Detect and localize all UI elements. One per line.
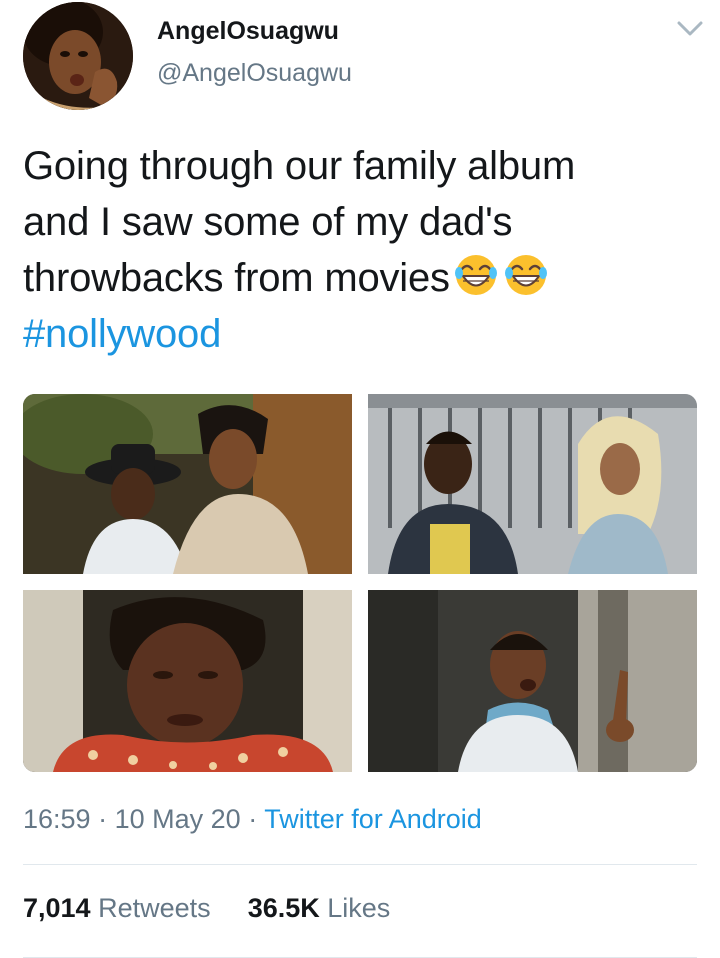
tweet-line-2: and I saw some of my dad's (23, 200, 513, 244)
tears-of-joy-emoji-icon (452, 251, 500, 299)
photo-4[interactable] (368, 590, 697, 772)
tweet-source-link[interactable]: Twitter for Android (264, 804, 482, 834)
handle[interactable]: @AngelOsuagwu (157, 58, 352, 88)
meta-separator: · (248, 804, 258, 834)
divider (23, 864, 697, 865)
author-names: AngelOsuagwu @AngelOsuagwu (157, 16, 352, 88)
chevron-down-icon[interactable] (677, 20, 703, 38)
hashtag-link[interactable]: #nollywood (23, 306, 683, 362)
display-name[interactable]: AngelOsuagwu (157, 16, 352, 46)
media-grid (23, 394, 697, 772)
tweet-date[interactable]: 10 May 20 (115, 804, 241, 834)
tears-of-joy-emoji-icon (502, 251, 550, 299)
tweet-line-1: Going through our family album (23, 144, 576, 188)
photo-3[interactable] (23, 590, 352, 772)
photo-1[interactable] (23, 394, 352, 574)
tweet-time[interactable]: 16:59 (23, 804, 91, 834)
retweets-label: Retweets (98, 893, 211, 923)
tweet-stats: 7,014 Retweets 36.5K Likes (23, 893, 390, 924)
avatar[interactable] (23, 2, 133, 110)
tweet-line-3-text: throwbacks from movies (23, 256, 450, 300)
meta-separator: · (98, 804, 108, 834)
tweet: AngelOsuagwu @AngelOsuagwu Going through… (0, 0, 720, 958)
retweets-stat[interactable]: 7,014 Retweets (23, 893, 218, 923)
tweet-meta: 16:59 · 10 May 20 · Twitter for Android (23, 804, 482, 835)
photo-2[interactable] (368, 394, 697, 574)
retweets-count: 7,014 (23, 893, 91, 923)
tweet-line-3: throwbacks from movies (23, 250, 683, 306)
likes-count: 36.5K (247, 893, 320, 923)
likes-stat[interactable]: 36.5K Likes (248, 893, 391, 923)
tweet-header: AngelOsuagwu @AngelOsuagwu (23, 2, 703, 112)
likes-label: Likes (327, 893, 391, 923)
tweet-text: Going through our family album and I saw… (23, 138, 683, 362)
